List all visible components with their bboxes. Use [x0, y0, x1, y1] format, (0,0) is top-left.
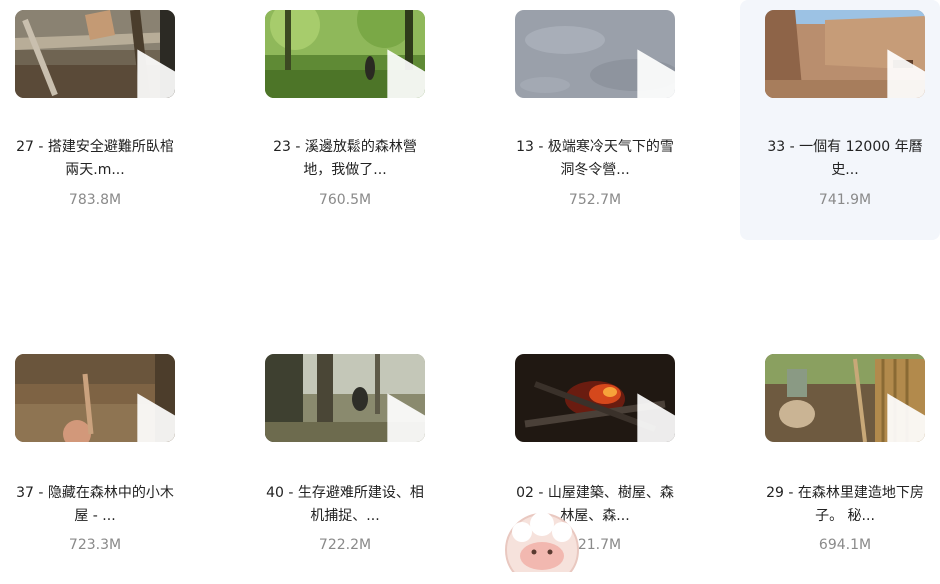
video-file-size: 723.3M: [68, 537, 122, 553]
play-icon: [887, 393, 925, 442]
video-file-size: 694.1M: [818, 537, 872, 553]
video-file-size: 783.8M: [68, 192, 122, 208]
video-title[interactable]: 37 - 隐藏在森林中的小木屋 - ...: [0, 482, 190, 528]
video-file-size: 722.2M: [318, 537, 372, 553]
video-grid: 27 - 搭建安全避難所臥棺 兩天.m... 783.8M 23 - 溪邊放鬆的森…: [0, 0, 940, 560]
video-file-size: 760.5M: [318, 192, 372, 208]
play-icon: [637, 393, 675, 442]
video-thumbnail[interactable]: [15, 10, 175, 98]
video-card[interactable]: 37 - 隐藏在森林中的小木屋 - ... 723.3M: [0, 344, 200, 584]
video-thumbnail[interactable]: [15, 354, 175, 442]
play-icon: [387, 49, 425, 98]
video-thumbnail[interactable]: [765, 354, 925, 442]
video-title[interactable]: 33 - 一個有 12000 年曆 史...: [750, 136, 940, 182]
video-card[interactable]: 29 - 在森林里建造地下房 子。 秘... 694.1M: [740, 344, 940, 584]
video-title[interactable]: 23 - 溪邊放鬆的森林營 地，我做了...: [250, 136, 440, 182]
video-card[interactable]: 23 - 溪邊放鬆的森林營 地，我做了... 760.5M: [250, 0, 450, 240]
play-icon: [887, 49, 925, 98]
video-thumbnail[interactable]: [265, 354, 425, 442]
video-thumbnail[interactable]: [515, 10, 675, 98]
video-title[interactable]: 13 - 极端寒冷天气下的雪 洞冬令營...: [500, 136, 690, 182]
video-card[interactable]: 13 - 极端寒冷天气下的雪 洞冬令營... 752.7M: [500, 0, 700, 240]
video-title[interactable]: 40 - 生存避难所建设、相 机捕捉、...: [250, 482, 440, 528]
play-icon: [137, 49, 175, 98]
video-card[interactable]: 27 - 搭建安全避難所臥棺 兩天.m... 783.8M: [0, 0, 200, 240]
play-icon: [137, 393, 175, 442]
assistant-mascot-icon[interactable]: [500, 512, 584, 572]
video-title[interactable]: 27 - 搭建安全避難所臥棺 兩天.m...: [0, 136, 190, 182]
play-icon: [387, 393, 425, 442]
video-thumbnail[interactable]: [265, 10, 425, 98]
video-card[interactable]: 40 - 生存避难所建设、相 机捕捉、... 722.2M: [250, 344, 450, 584]
video-thumbnail[interactable]: [765, 10, 925, 98]
video-card[interactable]: 33 - 一個有 12000 年曆 史... 741.9M: [740, 0, 940, 240]
video-file-size: 741.9M: [818, 192, 872, 208]
play-icon: [637, 49, 675, 98]
video-title[interactable]: 29 - 在森林里建造地下房 子。 秘...: [750, 482, 940, 528]
video-file-size: 752.7M: [568, 192, 622, 208]
video-thumbnail[interactable]: [515, 354, 675, 442]
